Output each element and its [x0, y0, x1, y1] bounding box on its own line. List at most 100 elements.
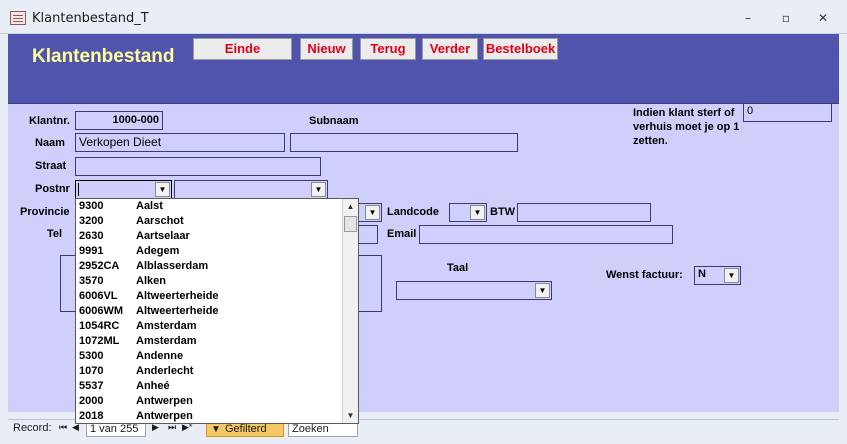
dropdown-list-item[interactable]: 2018 Antwerpen: [76, 409, 358, 423]
city-cell: Amsterdam: [136, 320, 197, 332]
scroll-thumb[interactable]: [344, 216, 357, 232]
dropdown-list-item[interactable]: 9991 Adegem: [76, 244, 358, 259]
dropdown-list-item[interactable]: 2952CA Alblasserdam: [76, 259, 358, 274]
postcode-cell: 5537: [79, 380, 104, 392]
scroll-down-arrow-icon[interactable]: ▼: [343, 408, 358, 423]
postcode-cell: 9300: [79, 200, 104, 212]
dropdown-list-item[interactable]: 1072ML Amsterdam: [76, 334, 358, 349]
gemeente-dropdown-arrow-icon[interactable]: ▼: [311, 182, 326, 197]
provincie-dropdown-arrow-icon[interactable]: ▼: [365, 205, 380, 220]
city-cell: Antwerpen: [136, 410, 193, 422]
city-cell: Antwerpen: [136, 395, 193, 407]
record-label: Record:: [13, 422, 52, 434]
postcode-cell: 2952CA: [79, 260, 120, 272]
city-cell: Aalst: [136, 200, 163, 212]
postcode-cell: 2000: [79, 395, 104, 407]
minimize-button[interactable]: –: [736, 9, 760, 27]
einde-button[interactable]: Einde: [193, 38, 292, 60]
nieuw-button[interactable]: Nieuw: [300, 38, 353, 60]
provincie-combobox[interactable]: ▼: [355, 203, 382, 222]
taal-combobox[interactable]: ▼: [396, 281, 552, 300]
first-record-icon[interactable]: ⏮: [59, 422, 67, 433]
form-title: Klantenbestand: [32, 46, 175, 67]
dropdown-list-item[interactable]: 2630 Aartselaar: [76, 229, 358, 244]
city-cell: Anderlecht: [136, 365, 194, 377]
city-cell: Aartselaar: [136, 230, 190, 242]
wenst-factuur-label: Wenst factuur:: [606, 269, 683, 281]
window-titlebar: Klantenbestand_T – ▫ ✕: [0, 0, 847, 34]
terug-button[interactable]: Terug: [360, 38, 416, 60]
city-cell: Alken: [136, 275, 166, 287]
maximize-button[interactable]: ▫: [774, 9, 798, 27]
postnr-label: Postnr: [35, 183, 70, 195]
dropdown-list-item[interactable]: 3570 Alken: [76, 274, 358, 289]
email-field[interactable]: [419, 225, 673, 244]
dropdown-scrollbar[interactable]: ▲ ▼: [342, 199, 358, 423]
form-header: Klantenbestand Einde Nieuw Terug Verder …: [8, 34, 839, 103]
landcode-label: Landcode: [387, 206, 439, 218]
dropdown-list-item[interactable]: 3200 Aarschot: [76, 214, 358, 229]
postcode-cell: 6006WM: [79, 305, 124, 317]
dropdown-list-item[interactable]: 6006WM Altweerterheide: [76, 304, 358, 319]
email-label: Email: [387, 228, 417, 240]
city-cell: Andenne: [136, 350, 184, 362]
straat-field[interactable]: [75, 157, 321, 176]
postcode-cell: 9991: [79, 245, 104, 257]
text-cursor: [78, 183, 79, 196]
dropdown-list-item[interactable]: 2000 Antwerpen: [76, 394, 358, 409]
postcode-cell: 1070: [79, 365, 104, 377]
dropdown-list-item[interactable]: 1054RC Amsterdam: [76, 319, 358, 334]
straat-label: Straat: [35, 160, 67, 172]
subnaam-field[interactable]: [290, 133, 518, 152]
city-cell: Altweerterheide: [136, 290, 219, 302]
postcode-cell: 2630: [79, 230, 104, 242]
naam-field[interactable]: Verkopen Dieet: [75, 133, 285, 152]
klantnr-label: Klantnr.: [29, 115, 70, 127]
taal-dropdown-arrow-icon[interactable]: ▼: [535, 283, 550, 298]
subnaam-label: Subnaam: [309, 115, 359, 127]
city-cell: Altweerterheide: [136, 305, 219, 317]
dropdown-list-item[interactable]: 5537 Anheé: [76, 379, 358, 394]
dropdown-rows: 9300 Aalst 3200 Aarschot 2630 Aartselaar 9991 A…: [76, 199, 358, 423]
naam-label: Naam: [35, 137, 65, 149]
landcode-combobox[interactable]: ▼: [449, 203, 487, 222]
postcode-cell: 5300: [79, 350, 104, 362]
postcode-cell: 1072ML: [79, 335, 120, 347]
btw-field[interactable]: [517, 203, 651, 222]
city-cell: Anheé: [136, 380, 170, 392]
dropdown-list-item[interactable]: 6006VL Altweerterheide: [76, 289, 358, 304]
indien-klant-field[interactable]: 0: [743, 103, 832, 122]
postcode-cell: 3200: [79, 215, 104, 227]
postnr-dropdown-list[interactable]: 9300 Aalst 3200 Aarschot 2630 Aartselaar 9991 A…: [75, 198, 359, 424]
wenst-factuur-combobox[interactable]: N ▼: [694, 266, 741, 285]
city-cell: Alblasserdam: [136, 260, 209, 272]
bestelboek-button[interactable]: Bestelboek: [483, 38, 558, 60]
postcode-cell: 1054RC: [79, 320, 120, 332]
postnr-combobox[interactable]: ▼: [75, 180, 172, 199]
gemeente-combobox[interactable]: ▼: [174, 180, 328, 199]
city-cell: Aarschot: [136, 215, 184, 227]
verder-button[interactable]: Verder: [422, 38, 478, 60]
postcode-cell: 2018: [79, 410, 104, 422]
form-icon: [10, 11, 26, 25]
dropdown-list-item[interactable]: 1070 Anderlecht: [76, 364, 358, 379]
landcode-dropdown-arrow-icon[interactable]: ▼: [470, 205, 485, 220]
klantnr-field[interactable]: 1000-000: [75, 111, 163, 130]
taal-label: Taal: [447, 262, 469, 274]
wenst-factuur-dropdown-arrow-icon[interactable]: ▼: [724, 268, 739, 283]
provincie-label: Provincie: [20, 206, 70, 218]
city-cell: Amsterdam: [136, 335, 197, 347]
dropdown-list-item[interactable]: 9300 Aalst: [76, 199, 358, 214]
btw-label: BTW: [490, 206, 516, 218]
postnr-dropdown-arrow-icon[interactable]: ▼: [155, 182, 170, 197]
postcode-cell: 3570: [79, 275, 104, 287]
city-cell: Adegem: [136, 245, 180, 257]
postcode-cell: 6006VL: [79, 290, 118, 302]
funnel-icon: ▼: [211, 424, 221, 435]
tel-label: Tel: [47, 228, 63, 240]
window-title: Klantenbestand_T: [32, 11, 149, 26]
close-button[interactable]: ✕: [811, 9, 835, 27]
indien-klant-label: Indien klant sterf of verhuis moet je op…: [633, 107, 740, 147]
dropdown-list-item[interactable]: 5300 Andenne: [76, 349, 358, 364]
scroll-up-arrow-icon[interactable]: ▲: [343, 199, 358, 214]
